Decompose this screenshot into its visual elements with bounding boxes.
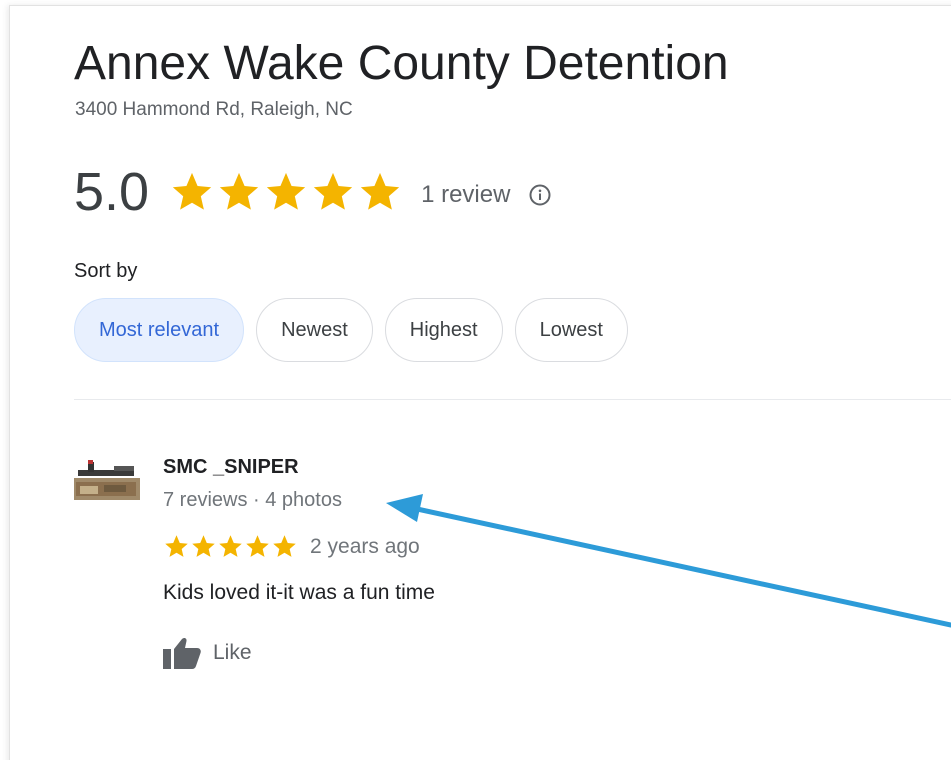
review-text: Kids loved it-it was a fun time (163, 581, 435, 604)
reviewer-meta: 7 reviews · 4 photos (163, 489, 342, 511)
page: Annex Wake County Detention 3400 Hammond… (0, 0, 951, 760)
place-address: 3400 Hammond Rd, Raleigh, NC (75, 99, 353, 120)
review-stars (163, 533, 298, 560)
sort-chip-lowest[interactable]: Lowest (514, 298, 628, 362)
rating-value: 5.0 (74, 162, 150, 222)
sort-chip-most-relevant[interactable]: Most relevant (74, 298, 245, 362)
review-date: 2 years ago (310, 534, 420, 558)
avatar[interactable] (74, 452, 140, 506)
divider (74, 399, 951, 400)
like-label: Like (213, 641, 252, 664)
star-icon (313, 172, 353, 210)
sort-by-label: Sort by (74, 260, 138, 282)
star-icon (273, 535, 296, 557)
star-icon (219, 535, 242, 557)
sort-chips: Most relevant Newest Highest Lowest (74, 298, 628, 362)
star-icon (219, 172, 259, 210)
star-icon (192, 535, 215, 557)
review-rating-row: 2 years ago (163, 533, 420, 560)
place-title: Annex Wake County Detention (74, 37, 729, 90)
rating-stars (169, 169, 403, 215)
sort-chip-highest[interactable]: Highest (384, 298, 503, 362)
star-icon (165, 535, 188, 557)
reviewer-name[interactable]: SMC _SNIPER (163, 456, 299, 479)
sort-chip-newest[interactable]: Newest (256, 298, 373, 362)
star-icon (246, 535, 269, 557)
like-button[interactable]: Like (163, 637, 252, 669)
star-icon (172, 172, 212, 210)
thumbs-up-icon (163, 637, 201, 669)
info-icon[interactable] (528, 183, 552, 207)
star-icon (360, 172, 400, 210)
review-count[interactable]: 1 review (421, 181, 510, 209)
star-icon (266, 172, 306, 210)
rating-summary: 5.0 1 review (74, 160, 552, 224)
